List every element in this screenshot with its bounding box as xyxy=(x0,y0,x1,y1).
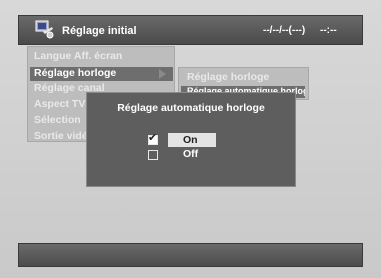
menu-item-reglage-horloge[interactable]: Réglage horloge xyxy=(30,67,173,81)
submenu-item-reglage-horloge[interactable]: Réglage horloge xyxy=(187,71,269,83)
checkbox-on[interactable]: ✔ xyxy=(148,131,158,145)
checkbox-off[interactable] xyxy=(148,150,158,160)
submenu-arrow-icon xyxy=(159,69,166,79)
settings-icon xyxy=(35,20,55,40)
header-bar: Réglage initial --/--/--(---) --:-- xyxy=(18,15,363,45)
screen: Réglage initial --/--/--(---) --:-- Lang… xyxy=(0,0,381,278)
checkmark-icon: ✔ xyxy=(148,131,158,144)
menu-item-aspect-tv[interactable]: Aspect TV xyxy=(34,98,85,112)
menu-item-langue[interactable]: Langue Aff. écran xyxy=(34,50,122,64)
dialog-title: Réglage automatique horloge xyxy=(117,102,265,114)
page-title: Réglage initial xyxy=(62,25,137,37)
menu-item-selection[interactable]: Sélection xyxy=(34,114,81,128)
time-display: --:-- xyxy=(320,25,337,36)
option-off-label[interactable]: Off xyxy=(183,148,198,160)
date-display: --/--/--(---) xyxy=(263,25,306,36)
option-on-label[interactable]: On xyxy=(168,133,216,147)
auto-clock-dialog: Réglage automatique horloge ✔ On Off xyxy=(86,92,296,187)
bottom-bar xyxy=(18,243,363,267)
